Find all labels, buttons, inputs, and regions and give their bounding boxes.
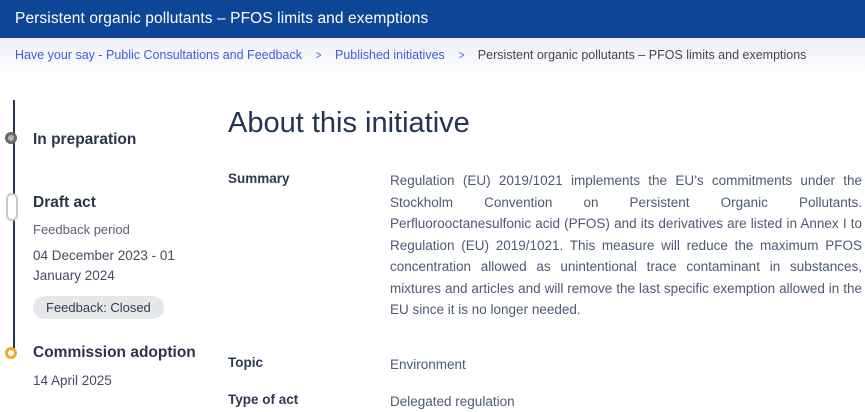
field-row-summary: Summary Regulation (EU) 2019/1021 implem… [228, 170, 862, 321]
stage-title: In preparation [33, 131, 215, 149]
breadcrumb-link-published-initiatives[interactable]: Published initiatives [335, 48, 445, 62]
timeline-marker-commission-adoption-icon [5, 347, 17, 359]
chevron-right-icon: > [458, 48, 464, 62]
feedback-status-badge: Feedback: Closed [33, 296, 164, 319]
field-label: Summary [228, 170, 390, 321]
breadcrumb-link-have-your-say[interactable]: Have your say - Public Consultations and… [15, 48, 302, 62]
main-content: About this initiative Summary Regulation… [228, 104, 862, 412]
page-header: Persistent organic pollutants – PFOS lim… [0, 0, 865, 38]
page: Persistent organic pollutants – PFOS lim… [0, 0, 865, 412]
timeline-stage-draft-act: Draft act Feedback period 04 December 20… [33, 194, 215, 319]
stage-subtitle: Feedback period [33, 222, 215, 237]
timeline-marker-draft-act-icon [6, 193, 18, 221]
topic-value: Environment [390, 354, 862, 376]
page-title: Persistent organic pollutants – PFOS lim… [15, 10, 428, 28]
timeline-marker-in-preparation-icon [5, 132, 17, 144]
stage-dates: 04 December 2023 - 01 January 2024 [33, 246, 205, 286]
field-label: Topic [228, 354, 390, 376]
field-label: Type of act [228, 391, 390, 412]
timeline-stage-in-preparation: In preparation [33, 131, 215, 149]
section-title: About this initiative [228, 104, 862, 142]
stage-title: Draft act [33, 194, 215, 212]
breadcrumb: Have your say - Public Consultations and… [0, 38, 865, 72]
summary-text: Regulation (EU) 2019/1021 implements the… [390, 170, 862, 321]
stage-dates: 14 April 2025 [33, 371, 205, 391]
field-row-topic: Topic Environment [228, 354, 862, 376]
breadcrumb-current-page: Persistent organic pollutants – PFOS lim… [478, 48, 807, 62]
type-of-act-value: Delegated regulation [390, 391, 862, 412]
stage-title: Commission adoption [33, 344, 215, 362]
field-row-type-of-act: Type of act Delegated regulation [228, 391, 862, 412]
timeline-stage-commission-adoption: Commission adoption 14 April 2025 [33, 344, 215, 391]
chevron-right-icon: > [316, 48, 322, 62]
